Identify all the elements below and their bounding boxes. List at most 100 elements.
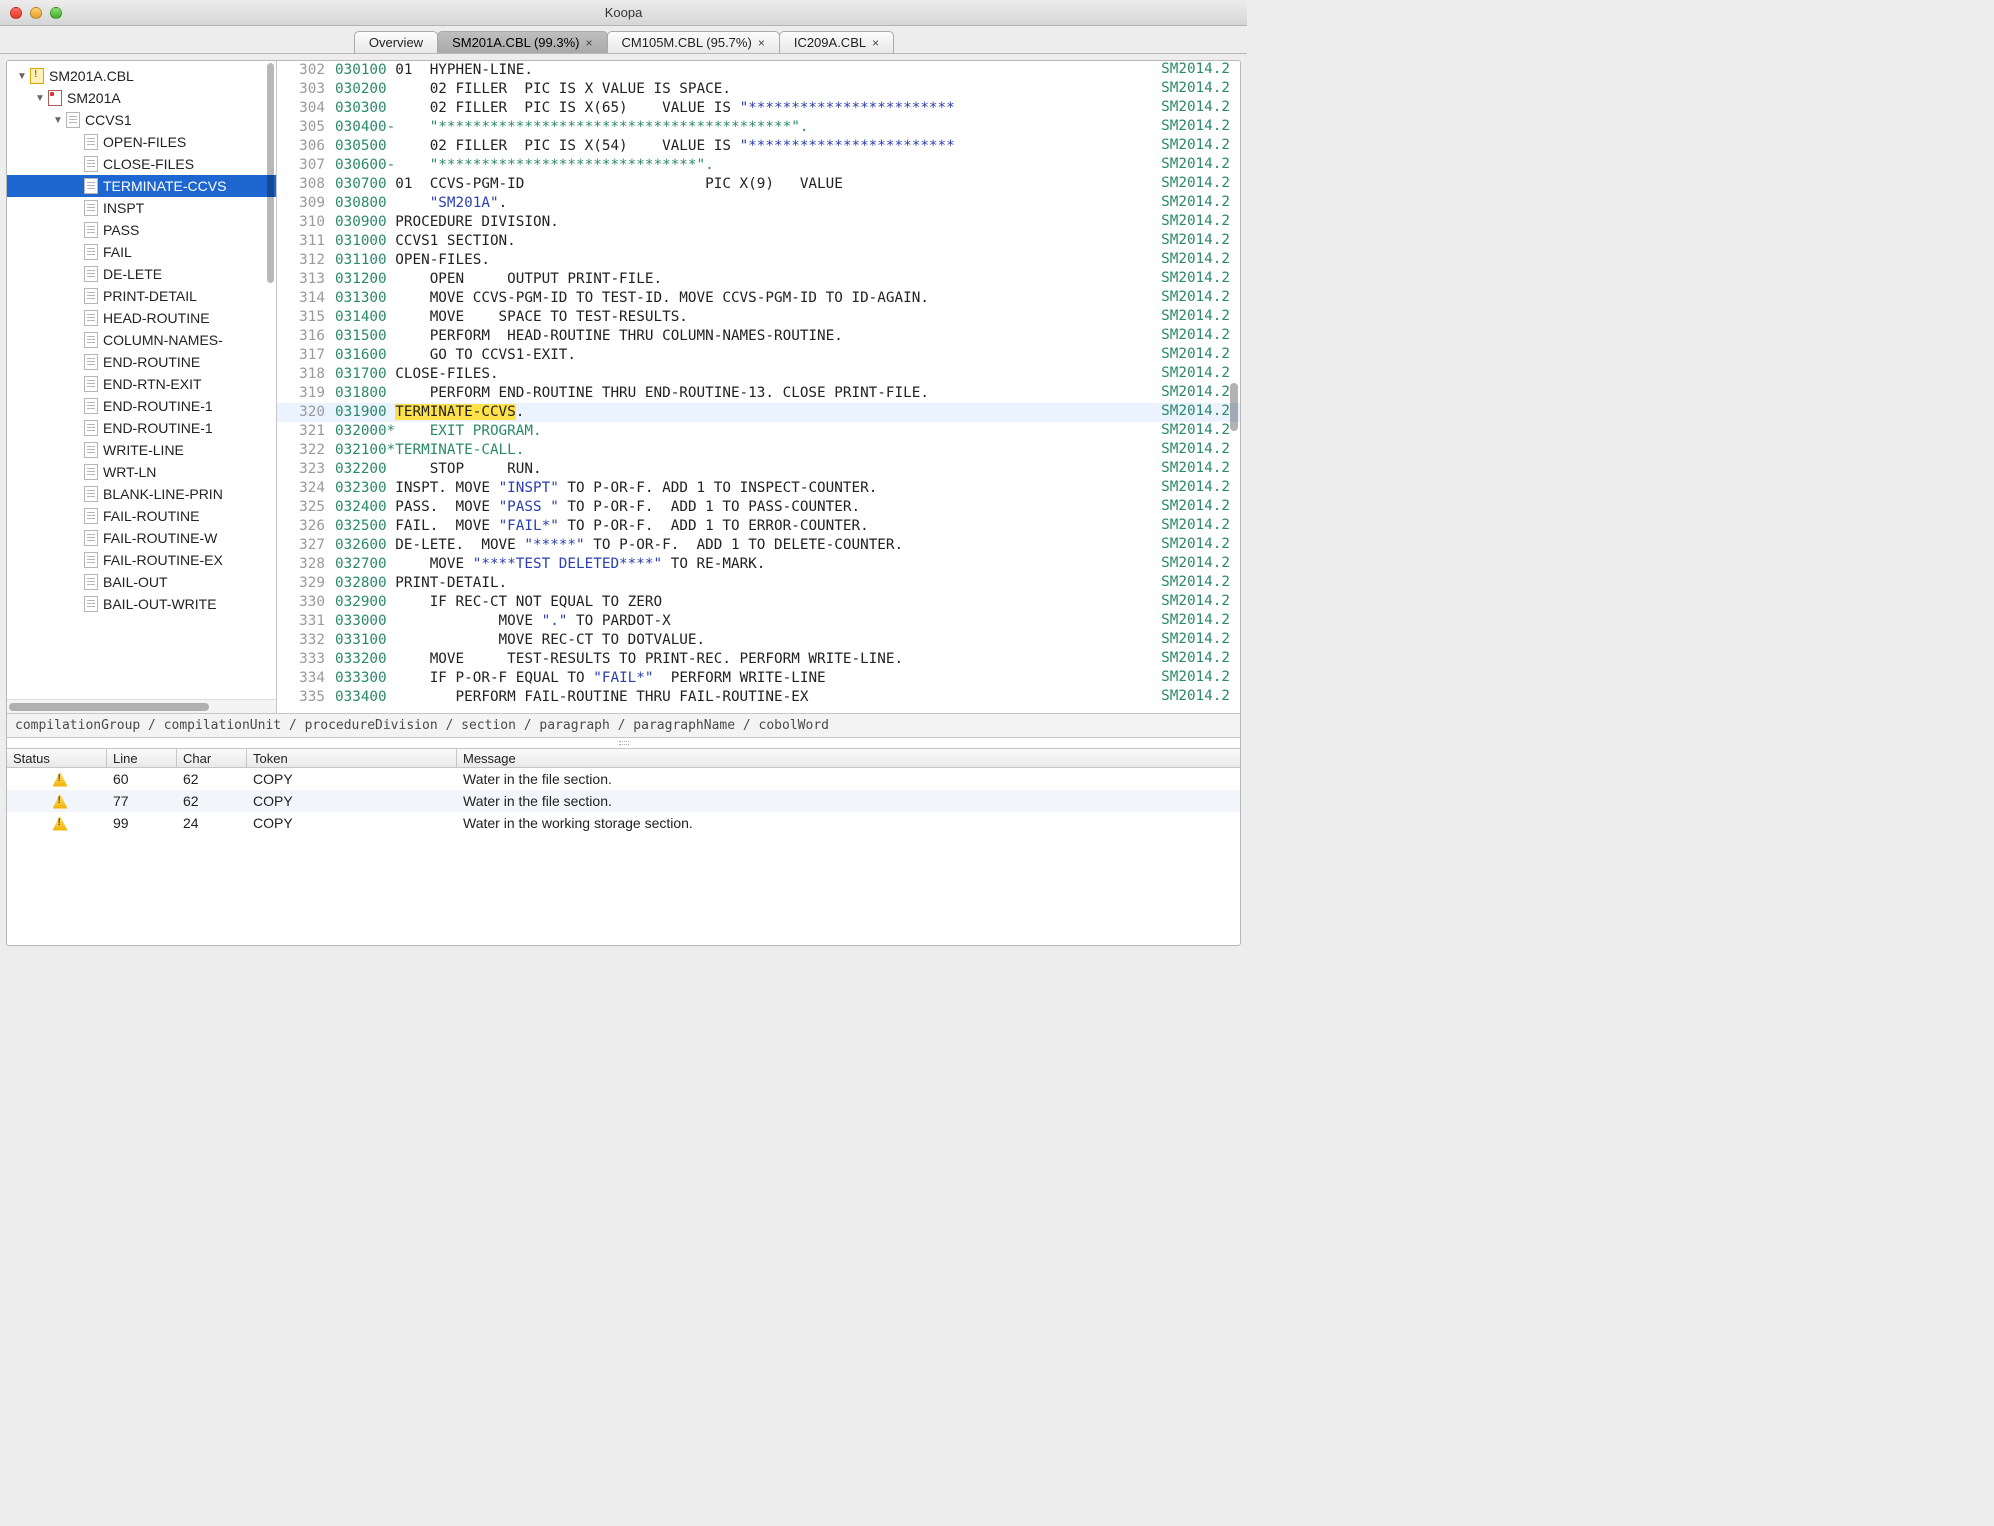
tab-close-icon[interactable]: × — [872, 36, 879, 50]
tree-node[interactable]: HEAD-ROUTINE — [7, 307, 276, 329]
editor-vertical-scrollbar[interactable] — [1230, 383, 1238, 431]
source-tag: SM2014.2 — [1161, 593, 1230, 609]
code-line[interactable]: 325032400 PASS. MOVE "PASS " TO P-OR-F. … — [277, 498, 1240, 517]
disclosure-triangle-icon[interactable]: ▼ — [51, 115, 65, 126]
code-line[interactable]: 333033200 MOVE TEST-RESULTS TO PRINT-REC… — [277, 650, 1240, 669]
document-icon — [83, 420, 99, 436]
tab-close-icon[interactable]: × — [758, 36, 765, 50]
tree-node-label: FAIL-ROUTINE-EX — [103, 552, 223, 568]
tree-node[interactable]: DE-LETE — [7, 263, 276, 285]
code-line[interactable]: 302030100 01 HYPHEN-LINE. — [277, 61, 1240, 80]
column-header-line[interactable]: Line — [107, 749, 177, 767]
code-text: 031400 MOVE SPACE TO TEST-RESULTS. — [335, 308, 1240, 327]
code-line[interactable]: 323032200 STOP RUN. — [277, 460, 1240, 479]
code-line[interactable]: 310030900 PROCEDURE DIVISION. — [277, 213, 1240, 232]
code-line[interactable]: 313031200 OPEN OUTPUT PRINT-FILE. — [277, 270, 1240, 289]
code-line[interactable]: 316031500 PERFORM HEAD-ROUTINE THRU COLU… — [277, 327, 1240, 346]
line-number: 334 — [277, 669, 335, 688]
tree-node[interactable]: FAIL-ROUTINE-EX — [7, 549, 276, 571]
code-line[interactable]: 335033400 PERFORM FAIL-ROUTINE THRU FAIL… — [277, 688, 1240, 707]
column-header-message[interactable]: Message — [457, 749, 1240, 767]
code-line[interactable]: 327032600 DE-LETE. MOVE "*****" TO P-OR-… — [277, 536, 1240, 555]
code-line[interactable]: 314031300 MOVE CCVS-PGM-ID TO TEST-ID. M… — [277, 289, 1240, 308]
code-line[interactable]: 305030400- "****************************… — [277, 118, 1240, 137]
code-line[interactable]: 304030300 02 FILLER PIC IS X(65) VALUE I… — [277, 99, 1240, 118]
code-line[interactable]: 326032500 FAIL. MOVE "FAIL*" TO P-OR-F. … — [277, 517, 1240, 536]
tree-node[interactable]: BAIL-OUT-WRITE — [7, 593, 276, 615]
code-line[interactable]: 303030200 02 FILLER PIC IS X VALUE IS SP… — [277, 80, 1240, 99]
source-tag: SM2014.2 — [1161, 61, 1230, 77]
code-line[interactable]: 315031400 MOVE SPACE TO TEST-RESULTS. — [277, 308, 1240, 327]
tree-node[interactable]: COLUMN-NAMES- — [7, 329, 276, 351]
tree-node[interactable]: ▼CCVS1 — [7, 109, 276, 131]
source-tag: SM2014.2 — [1161, 327, 1230, 343]
tree-node[interactable]: FAIL — [7, 241, 276, 263]
code-text: 032200 STOP RUN. — [335, 460, 1240, 479]
code-line[interactable]: 329032800 PRINT-DETAIL. — [277, 574, 1240, 593]
problems-table-body[interactable]: 6062COPYWater in the file section.7762CO… — [7, 768, 1240, 945]
tree-node[interactable]: FAIL-ROUTINE — [7, 505, 276, 527]
code-line[interactable]: 330032900 IF REC-CT NOT EQUAL TO ZERO — [277, 593, 1240, 612]
code-line[interactable]: 322032100*TERMINATE-CALL. — [277, 441, 1240, 460]
code-line[interactable]: 308030700 01 CCVS-PGM-ID PIC X(9) VALUE — [277, 175, 1240, 194]
problems-pane: Status Line Char Token Message 6062COPYW… — [7, 737, 1240, 945]
tree-node[interactable]: ▼SM201A — [7, 87, 276, 109]
tree-node[interactable]: END-ROUTINE-1 — [7, 417, 276, 439]
code-line[interactable]: 320031900 TERMINATE-CCVS. — [277, 403, 1240, 422]
code-line[interactable]: 312031100 OPEN-FILES. — [277, 251, 1240, 270]
tree-node[interactable]: PASS — [7, 219, 276, 241]
tree-node[interactable]: END-RTN-EXIT — [7, 373, 276, 395]
outline-tree[interactable]: ▼SM201A.CBL▼SM201A▼CCVS1OPEN-FILESCLOSE-… — [7, 61, 276, 699]
pane-splitter[interactable] — [7, 738, 1240, 748]
document-icon — [83, 244, 99, 260]
tab-close-icon[interactable]: × — [586, 36, 593, 50]
disclosure-triangle-icon[interactable]: ▼ — [33, 93, 47, 104]
code-line[interactable]: 311031000 CCVS1 SECTION. — [277, 232, 1240, 251]
disclosure-triangle-icon[interactable]: ▼ — [15, 71, 29, 82]
tree-node[interactable]: CLOSE-FILES — [7, 153, 276, 175]
code-line[interactable]: 309030800 "SM201A". — [277, 194, 1240, 213]
tree-horizontal-scrollbar-track[interactable] — [7, 699, 276, 713]
document-tab[interactable]: IC209A.CBL× — [779, 31, 894, 53]
tree-node[interactable]: BLANK-LINE-PRIN — [7, 483, 276, 505]
code-line[interactable]: 332033100 MOVE REC-CT TO DOTVALUE. — [277, 631, 1240, 650]
code-line[interactable]: 328032700 MOVE "****TEST DELETED****" TO… — [277, 555, 1240, 574]
tree-vertical-scrollbar[interactable] — [267, 63, 274, 283]
source-tag: SM2014.2 — [1161, 555, 1230, 571]
document-icon — [83, 156, 99, 172]
code-line[interactable]: 317031600 GO TO CCVS1-EXIT. — [277, 346, 1240, 365]
column-header-char[interactable]: Char — [177, 749, 247, 767]
line-number: 307 — [277, 156, 335, 175]
tree-node[interactable]: END-ROUTINE-1 — [7, 395, 276, 417]
code-line[interactable]: 319031800 PERFORM END-ROUTINE THRU END-R… — [277, 384, 1240, 403]
column-header-status[interactable]: Status — [7, 749, 107, 767]
problems-row[interactable]: 9924COPYWater in the working storage sec… — [7, 812, 1240, 834]
document-tab[interactable]: SM201A.CBL (99.3%)× — [437, 31, 607, 53]
code-line[interactable]: 334033300 IF P-OR-F EQUAL TO "FAIL*" PER… — [277, 669, 1240, 688]
problems-row[interactable]: 7762COPYWater in the file section. — [7, 790, 1240, 812]
tree-node[interactable]: END-ROUTINE — [7, 351, 276, 373]
tree-node[interactable]: FAIL-ROUTINE-W — [7, 527, 276, 549]
problems-row[interactable]: 6062COPYWater in the file section. — [7, 768, 1240, 790]
code-line[interactable]: 307030600- "****************************… — [277, 156, 1240, 175]
column-header-token[interactable]: Token — [247, 749, 457, 767]
source-tag: SM2014.2 — [1161, 536, 1230, 552]
code-line[interactable]: 324032300 INSPT. MOVE "INSPT" TO P-OR-F.… — [277, 479, 1240, 498]
code-line[interactable]: 318031700 CLOSE-FILES. — [277, 365, 1240, 384]
tree-node[interactable]: INSPT — [7, 197, 276, 219]
tree-node[interactable]: ▼SM201A.CBL — [7, 65, 276, 87]
tree-node[interactable]: WRT-LN — [7, 461, 276, 483]
code-line[interactable]: 331033000 MOVE "." TO PARDOT-X — [277, 612, 1240, 631]
tree-node[interactable]: BAIL-OUT — [7, 571, 276, 593]
document-icon — [83, 552, 99, 568]
code-line[interactable]: 321032000* EXIT PROGRAM. — [277, 422, 1240, 441]
tree-node[interactable]: OPEN-FILES — [7, 131, 276, 153]
tree-node[interactable]: TERMINATE-CCVS — [7, 175, 276, 197]
tree-node[interactable]: PRINT-DETAIL — [7, 285, 276, 307]
document-tab[interactable]: CM105M.CBL (95.7%)× — [607, 31, 780, 53]
document-tab[interactable]: Overview — [354, 31, 438, 53]
tree-horizontal-scrollbar-thumb[interactable] — [9, 703, 209, 711]
code-line[interactable]: 306030500 02 FILLER PIC IS X(54) VALUE I… — [277, 137, 1240, 156]
code-editor-pane[interactable]: 302030100 01 HYPHEN-LINE.303030200 02 FI… — [277, 61, 1240, 713]
tree-node[interactable]: WRITE-LINE — [7, 439, 276, 461]
